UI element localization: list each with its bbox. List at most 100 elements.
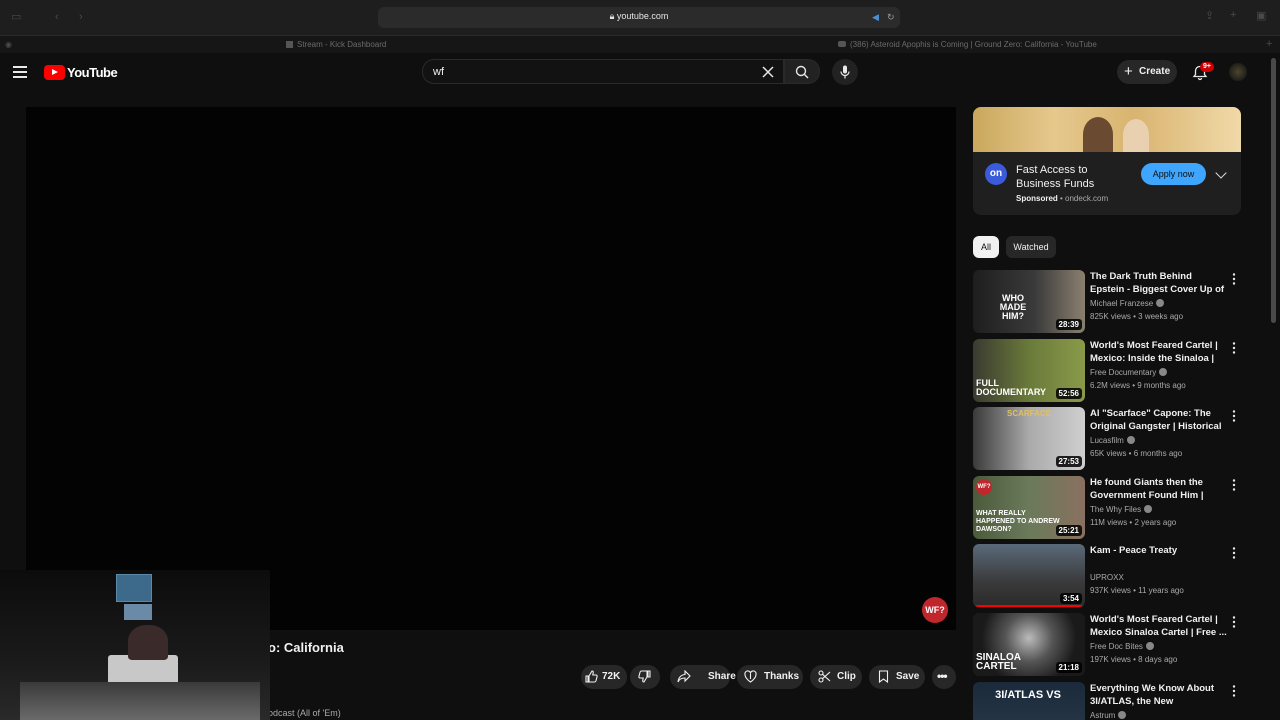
tab-overview-icon[interactable]: ▣ [1256,11,1266,22]
channel-name[interactable]: UPROXX [1090,573,1124,582]
video-thumbnail[interactable]: SINALOA CARTEL 21:18 [973,613,1085,676]
video-player[interactable] [26,107,956,630]
video-meta: 825K views • 3 weeks ago [1090,312,1184,321]
search-box[interactable] [422,59,784,84]
monitor-image [124,604,152,620]
search-button[interactable] [784,59,820,84]
recommendation-item[interactable]: FULL DOCUMENTARY 52:56 World's Most Fear… [973,339,1241,403]
reload-icon[interactable]: ↻ [887,12,895,23]
save-button[interactable]: Save [869,665,925,689]
back-icon[interactable]: ‹ [55,12,59,23]
like-button[interactable]: 72K [581,665,627,689]
advertiser-logo[interactable]: on [985,163,1007,185]
thumbnail-text: WHAT REALLY HAPPENED TO ANDREW DAWSON? [976,510,1060,533]
ad-banner-image[interactable] [973,107,1241,152]
more-actions-button[interactable]: ••• [932,665,956,689]
tab-kick-dashboard[interactable]: Stream - Kick Dashboard [286,36,386,53]
bookmark-icon [878,670,889,683]
tab-menu-icon[interactable]: ◉ [5,39,12,50]
clear-search-icon[interactable] [762,66,774,78]
recommendation-item[interactable]: SCARFACE 27:53 Al "Scarface" Capone: The… [973,407,1241,471]
ad-domain: ondeck.com [1065,194,1109,203]
chevron-down-icon[interactable] [1215,167,1227,179]
more-vertical-icon[interactable] [1232,273,1236,285]
channel-name[interactable]: Free Doc Bites [1090,642,1154,651]
audio-icon[interactable]: ◀︎ [872,12,879,23]
video-thumbnail[interactable]: 3I/ATLAS VS [973,682,1085,720]
more-vertical-icon[interactable] [1232,479,1236,491]
chip-watched[interactable]: Watched [1006,236,1056,258]
create-button[interactable]: + Create [1117,60,1177,84]
video-title: o: California [268,640,344,655]
video-meta: 11M views • 2 years ago [1090,518,1177,527]
video-thumbnail[interactable]: FULL DOCUMENTARY 52:56 [973,339,1085,402]
recommendation-item[interactable]: WHO MADE HIM? 28:39 The Dark Truth Behin… [973,270,1241,334]
video-thumbnail[interactable]: WHO MADE HIM? 28:39 [973,270,1085,333]
video-title[interactable]: Everything We Know About 3I/ATLAS, the N… [1090,682,1228,709]
more-vertical-icon[interactable] [1232,685,1236,697]
channel-name[interactable]: Lucasfilm [1090,436,1135,445]
page-scrollbar[interactable] [1271,58,1276,323]
menu-icon[interactable] [13,66,27,78]
video-title[interactable]: Kam - Peace Treaty [1090,544,1228,557]
chip-all[interactable]: All [973,236,999,258]
video-thumbnail[interactable]: 3:54 [973,544,1085,607]
channel-name[interactable]: Free Documentary [1090,368,1168,377]
add-tab-icon[interactable]: + [1266,39,1272,50]
apply-now-button[interactable]: Apply now [1141,163,1206,185]
video-duration: 52:56 [1055,388,1082,399]
youtube-header: YouTube + Create 9+ [0,53,1280,93]
share-label: Share [708,671,736,682]
search-input[interactable] [433,66,733,78]
ad-person-image [1083,117,1113,152]
more-vertical-icon[interactable] [1232,616,1236,628]
video-title[interactable]: Al "Scarface" Capone: The Original Gangs… [1090,407,1228,434]
voice-search-button[interactable] [832,59,858,85]
create-label: Create [1139,66,1171,77]
channel-name[interactable]: Astrum [1090,711,1127,720]
tab-youtube[interactable]: (386) Asteroid Apophis is Coming | Groun… [838,36,1097,53]
more-vertical-icon[interactable] [1232,342,1236,354]
forward-icon[interactable]: › [79,12,83,23]
more-vertical-icon[interactable] [1232,410,1236,422]
verified-icon [1159,368,1168,376]
recommendation-item[interactable]: WF? WHAT REALLY HAPPENED TO ANDREW DAWSO… [973,476,1241,540]
clip-button[interactable]: Clip [810,665,862,689]
microphone-icon [840,65,850,79]
more-vertical-icon[interactable] [1232,547,1236,559]
recommendation-item[interactable]: 3:54 Kam - Peace Treaty UPROXX 937K view… [973,544,1241,608]
new-tab-icon[interactable]: + [1230,10,1236,21]
webcam-overlay [0,570,270,720]
youtube-logo-text[interactable]: YouTube [67,65,118,80]
ad-card[interactable]: on Fast Access to Business Funds Sponsor… [973,107,1241,215]
video-thumbnail[interactable]: WF? WHAT REALLY HAPPENED TO ANDREW DAWSO… [973,476,1085,539]
poster-image [116,574,152,602]
address-bar[interactable]: 🔒︎ youtube.com ◀︎ ↻ [378,7,900,28]
video-meta: 6.2M views • 9 months ago [1090,381,1186,390]
channel-name[interactable]: Michael Franzese [1090,299,1165,308]
ad-title[interactable]: Fast Access to Business Funds [1016,163,1116,191]
recommendation-item[interactable]: SINALOA CARTEL 21:18 World's Most Feared… [973,613,1241,677]
notification-badge: 9+ [1200,62,1214,72]
ad-meta: Sponsored • ondeck.com [1016,194,1109,203]
youtube-logo-icon[interactable] [44,65,65,80]
video-title[interactable]: The Dark Truth Behind Epstein - Biggest … [1090,270,1228,297]
like-count: 72K [602,671,621,682]
avatar[interactable] [1229,63,1247,81]
recommendation-item[interactable]: 3I/ATLAS VS Everything We Know About 3I/… [973,682,1241,720]
video-title[interactable]: World's Most Feared Cartel | Mexico Sina… [1090,613,1228,639]
video-duration: 3:54 [1059,593,1082,604]
video-thumbnail[interactable]: SCARFACE 27:53 [973,407,1085,470]
share-button[interactable]: Share [670,665,736,689]
thumbs-up-icon [585,670,598,683]
thanks-button[interactable]: Thanks [737,665,803,689]
share-icon[interactable]: ⇪ [1205,11,1214,22]
video-title[interactable]: He found Giants then the Government Foun… [1090,476,1228,503]
verified-icon [1126,436,1135,444]
channel-name[interactable]: The Why Files [1090,505,1153,514]
channel-name[interactable]: odcast (All of 'Em) [268,708,341,718]
sidebar-icon[interactable]: ▭ [11,12,21,23]
dislike-button[interactable] [630,665,660,689]
video-title[interactable]: World's Most Feared Cartel | Mexico: Ins… [1090,339,1228,366]
channel-watermark[interactable]: WF? [922,597,948,623]
